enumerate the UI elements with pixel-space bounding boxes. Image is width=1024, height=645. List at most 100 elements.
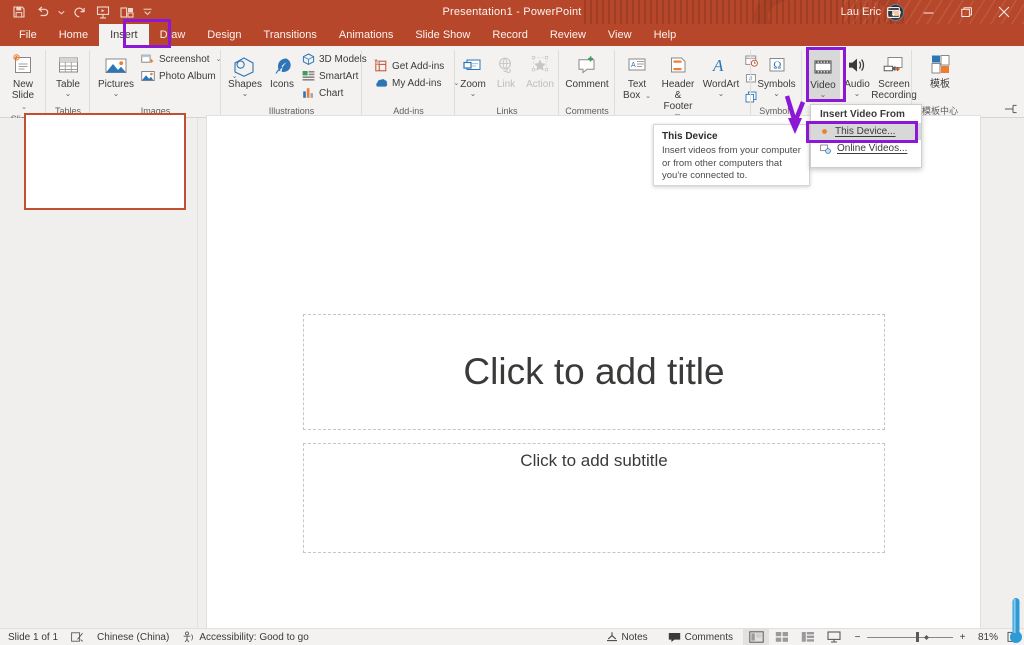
new-slide-label-1: New <box>12 79 33 90</box>
restore-button[interactable] <box>948 0 984 24</box>
symbols-button[interactable]: Ω Symbols ⌄ <box>755 49 798 98</box>
audio-button[interactable]: Audio ⌄ <box>841 49 873 98</box>
ribbon-group-slides: New Slide ⌄ Slides <box>0 46 46 124</box>
zoom-control[interactable]: − + 81% <box>847 631 1004 643</box>
reading-view-icon <box>801 632 814 642</box>
tab-draw[interactable]: Draw <box>149 24 197 46</box>
icons-icon <box>270 51 295 77</box>
zoom-in-button[interactable]: + <box>958 632 967 643</box>
menu-item-online-videos[interactable]: Online Videos... <box>811 140 921 157</box>
zoom-caret[interactable]: ⌄ <box>470 90 477 98</box>
text-box-button[interactable]: A Text Box ⌄ <box>619 49 655 102</box>
shapes-button[interactable]: Shapes ⌄ <box>225 49 265 98</box>
scrollbar-thumb-artifact[interactable] <box>1008 598 1024 645</box>
video-caret[interactable]: ⌄ <box>820 91 827 99</box>
language-status[interactable]: Chinese (China) <box>97 632 169 643</box>
redo-icon[interactable] <box>68 1 90 23</box>
table-button[interactable]: Table ⌄ <box>49 49 87 98</box>
undo-dropdown-icon[interactable] <box>56 1 66 23</box>
slide-editing-pane[interactable]: Click to add title Click to add subtitle <box>198 115 1024 645</box>
ribbon-display-options-icon[interactable] <box>878 0 908 24</box>
zoom-button[interactable]: Zoom ⌄ <box>456 49 490 98</box>
zoom-link-icon <box>461 51 485 77</box>
pictures-button[interactable]: Pictures ⌄ <box>94 49 138 98</box>
slide-show-icon <box>827 631 841 643</box>
new-slide-button[interactable]: New Slide ⌄ <box>4 49 42 113</box>
audio-caret[interactable]: ⌄ <box>854 90 861 98</box>
wordart-button[interactable]: A WordArt ⌄ <box>701 49 741 98</box>
template-button[interactable]: 模板 <box>921 49 959 90</box>
text-box-label-2: Box ⌄ <box>623 90 651 101</box>
shapes-caret[interactable]: ⌄ <box>242 90 249 98</box>
accessibility-status[interactable]: Accessibility: Good to go <box>182 631 309 643</box>
comments-label: Comments <box>684 631 733 643</box>
slide-sorter-view-button[interactable] <box>769 629 795 645</box>
reading-view-button[interactable] <box>795 629 821 645</box>
insert-video-menu: Insert Video From This Device... Online … <box>810 104 922 168</box>
get-addins-button[interactable]: Get Add-ins <box>372 58 463 74</box>
this-device-bullet-icon <box>820 127 829 136</box>
tab-review[interactable]: Review <box>539 24 597 46</box>
notes-button[interactable]: Notes <box>596 631 658 643</box>
header-footer-label-2: & Footer <box>663 90 693 112</box>
zoom-slider-handle[interactable] <box>916 632 919 642</box>
title-placeholder[interactable]: Click to add title <box>303 314 885 430</box>
tab-slide-show[interactable]: Slide Show <box>404 24 481 46</box>
video-button[interactable]: Video ⌄ <box>806 47 840 102</box>
get-addins-icon <box>374 59 388 73</box>
close-button[interactable] <box>984 0 1024 24</box>
tab-insert[interactable]: Insert <box>99 24 149 46</box>
tooltip-title: This Device <box>662 131 718 142</box>
slide-thumbnail-pane[interactable] <box>0 113 198 628</box>
tab-animations[interactable]: Animations <box>328 24 404 46</box>
collapse-ribbon-button[interactable] <box>1004 103 1018 115</box>
svg-text:A: A <box>712 56 724 75</box>
symbols-caret[interactable]: ⌄ <box>773 90 780 98</box>
slide-count[interactable]: Slide 1 of 1 <box>8 632 58 643</box>
tab-file[interactable]: File <box>8 24 48 46</box>
video-icon <box>811 52 835 78</box>
save-icon[interactable] <box>8 1 30 23</box>
window-controls <box>878 0 1024 24</box>
spell-check-button[interactable] <box>71 631 84 643</box>
menu-item-this-device[interactable]: This Device... <box>811 123 921 140</box>
tab-view[interactable]: View <box>597 24 643 46</box>
slide-sorter-icon <box>775 632 788 642</box>
table-caret[interactable]: ⌄ <box>65 90 72 98</box>
comments-button[interactable]: Comments <box>658 632 743 643</box>
slide-thumbnail-1[interactable] <box>24 113 186 210</box>
icons-button[interactable]: Icons <box>266 49 298 90</box>
svg-text:Ω: Ω <box>773 60 781 72</box>
subtitle-placeholder[interactable]: Click to add subtitle <box>303 443 885 553</box>
screen-recording-button[interactable]: Screen Recording <box>871 49 917 101</box>
comment-label: Comment <box>565 79 609 90</box>
quick-access-toolbar <box>8 0 154 24</box>
my-addins-label: My Add-ins <box>392 77 442 89</box>
title-bar: Presentation1 - PowerPoint Lau Eric <box>0 0 1024 24</box>
wordart-caret[interactable]: ⌄ <box>718 90 725 98</box>
tab-record[interactable]: Record <box>481 24 538 46</box>
zoom-slider[interactable] <box>867 631 953 643</box>
comment-button[interactable]: Comment <box>563 49 611 90</box>
undo-icon[interactable] <box>32 1 54 23</box>
zoom-percentage[interactable]: 81% <box>972 632 998 643</box>
minimize-button[interactable] <box>908 0 948 24</box>
pictures-caret[interactable]: ⌄ <box>113 90 120 98</box>
workspace: Click to add title Click to add subtitle <box>0 113 1024 645</box>
tab-transitions[interactable]: Transitions <box>253 24 328 46</box>
link-icon <box>494 51 518 77</box>
addins-small-buttons: Get Add-ins My Add-ins ⌄ <box>372 56 463 91</box>
tab-design[interactable]: Design <box>196 24 252 46</box>
my-addins-button[interactable]: My Add-ins ⌄ <box>372 75 463 91</box>
slide-canvas[interactable]: Click to add title Click to add subtitle <box>206 115 981 645</box>
header-footer-button[interactable]: Header & Footer <box>656 49 700 112</box>
tab-home[interactable]: Home <box>48 24 99 46</box>
zoom-out-button[interactable]: − <box>853 632 862 643</box>
tooltip-body: Insert videos from your computer or from… <box>662 145 801 181</box>
presenter-view-icon[interactable] <box>116 1 138 23</box>
tab-help[interactable]: Help <box>643 24 688 46</box>
normal-view-button[interactable] <box>743 628 769 645</box>
slide-show-view-button[interactable] <box>821 629 847 645</box>
start-from-beginning-icon[interactable] <box>92 1 114 23</box>
customize-qat-icon[interactable] <box>140 1 154 23</box>
